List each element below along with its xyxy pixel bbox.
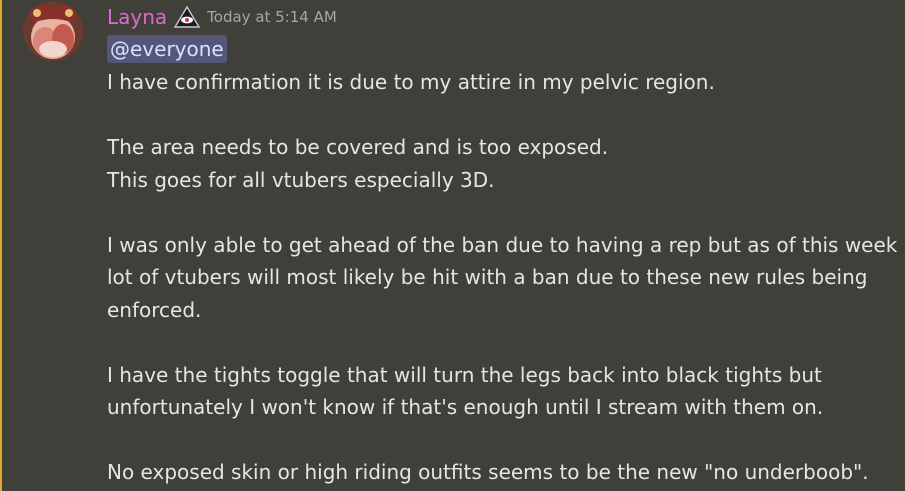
message-line: lot of vtubers will most likely be hit w… [107, 265, 868, 289]
message-line: No exposed skin or high riding outfits s… [107, 460, 869, 484]
message-line: The area needs to be covered and is too … [107, 135, 609, 159]
everyone-mention[interactable]: @everyone [107, 35, 227, 63]
message-line: I have confirmation it is due to my atti… [107, 70, 715, 94]
message-line: unfortunately I won't know if that's eno… [107, 395, 824, 419]
message-line: enforced. [107, 297, 202, 322]
message: Layna Today at 5:14 AM @everyone I have … [0, 0, 905, 491]
message-line: I have the tights toggle that will turn … [107, 362, 822, 387]
timestamp[interactable]: Today at 5:14 AM [207, 8, 337, 26]
eye-triangle-icon[interactable] [173, 5, 201, 29]
message-header: Layna Today at 5:14 AM [107, 3, 337, 31]
message-content: I have confirmation it is due to my atti… [107, 66, 905, 489]
avatar[interactable] [23, 1, 83, 61]
message-line: I was only able to get ahead of the ban … [107, 232, 905, 257]
message-line: This goes for all vtubers especially 3D. [107, 167, 495, 192]
username[interactable]: Layna [107, 5, 167, 29]
avatar-image [23, 1, 83, 61]
mention-line: @everyone [107, 35, 227, 65]
